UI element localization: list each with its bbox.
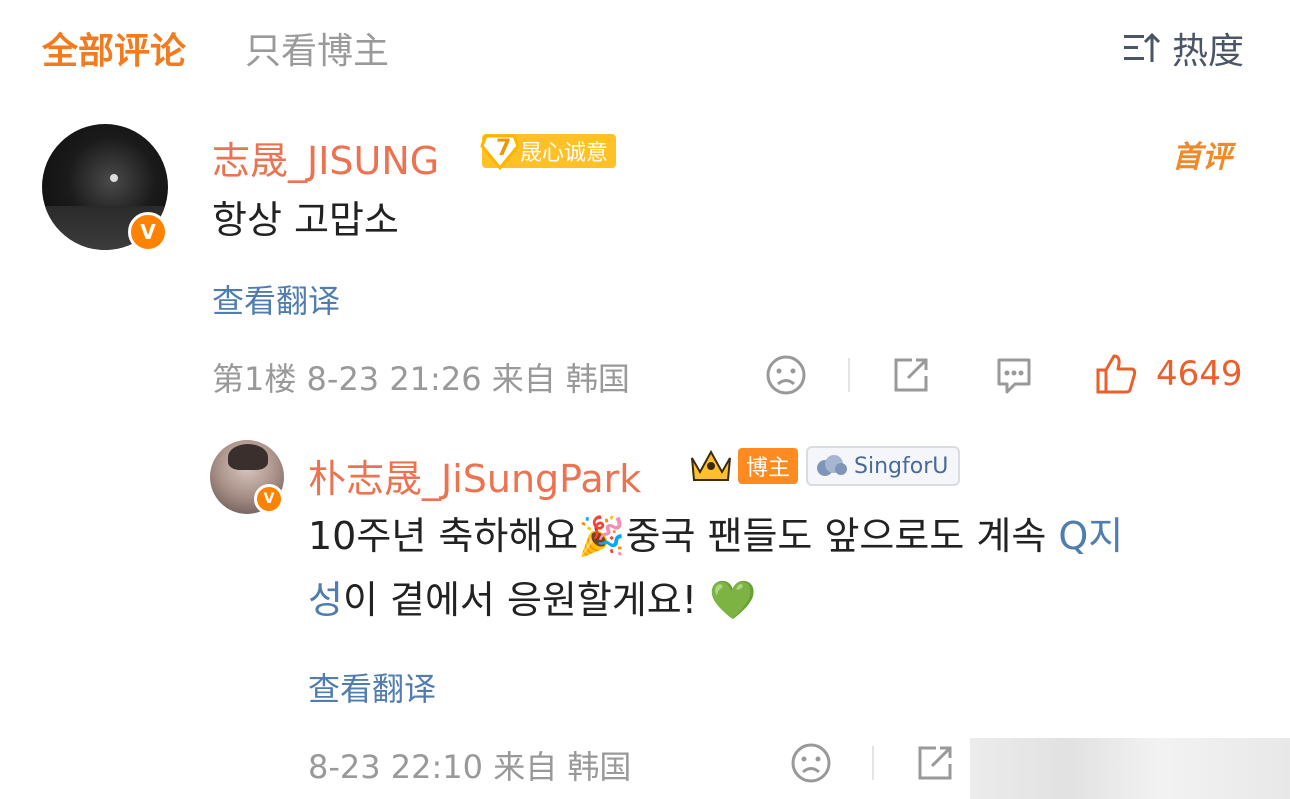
dislike-icon[interactable] — [765, 354, 807, 396]
cloud-icon — [817, 455, 847, 476]
sort-button[interactable]: 热度 — [1122, 22, 1244, 74]
blogger-badge: 博主 — [738, 448, 799, 484]
divider — [872, 746, 874, 780]
reply-translate-link[interactable]: 查看翻译 — [308, 664, 436, 710]
fan-badge-label: SingforU — [854, 453, 949, 479]
badge-label: 晟心诚意 — [520, 141, 609, 166]
tab-all-comments[interactable]: 全部评论 — [42, 22, 186, 74]
fan-level-badge[interactable]: 晟心诚意 7 — [480, 134, 617, 170]
divider — [848, 358, 850, 392]
hashtag-link-cont[interactable]: 성 — [308, 578, 343, 622]
comment-content: 항상 고맙소 — [212, 198, 399, 242]
hashtag-link[interactable]: Q지 — [1058, 514, 1123, 558]
comment-username[interactable]: 志晟_JISUNG — [212, 130, 439, 185]
sort-label: 热度 — [1171, 31, 1244, 72]
verified-badge-icon: V — [254, 484, 284, 514]
like-icon[interactable] — [1094, 352, 1138, 396]
first-comment-badge: 首评 — [1172, 140, 1232, 175]
comment-meta: 第1楼 8-23 21:26 来自 韩国 — [212, 360, 630, 398]
reply-meta: 8-23 22:10 来自 韩国 — [308, 748, 632, 786]
reply-text: 10주년 축하해요🎉중국 팬들도 앞으로도 계속 — [308, 514, 1059, 558]
share-icon[interactable] — [914, 742, 956, 784]
tab-blogger-only[interactable]: 只看博主 — [245, 22, 389, 74]
verified-badge-icon: V — [128, 212, 168, 252]
reply-text-cont: 이 곁에서 응원할게요! 💚 — [342, 578, 757, 622]
level-number: 7 — [496, 136, 512, 161]
dislike-icon[interactable] — [790, 742, 832, 784]
obscured-area — [970, 738, 1290, 799]
comment-icon[interactable] — [993, 354, 1035, 396]
share-icon[interactable] — [890, 354, 932, 396]
sort-icon — [1123, 32, 1161, 62]
crown-icon — [691, 449, 731, 481]
reply-content: 10주년 축하해요🎉중국 팬들도 앞으로도 계속 Q지 성이 곁에서 응원할게요… — [308, 504, 1238, 632]
like-count: 4649 — [1156, 354, 1243, 394]
translate-link[interactable]: 查看翻译 — [212, 276, 340, 322]
reply-username[interactable]: 朴志晟_JiSungPark — [308, 448, 641, 503]
fan-group-badge[interactable]: SingforU — [806, 446, 961, 486]
